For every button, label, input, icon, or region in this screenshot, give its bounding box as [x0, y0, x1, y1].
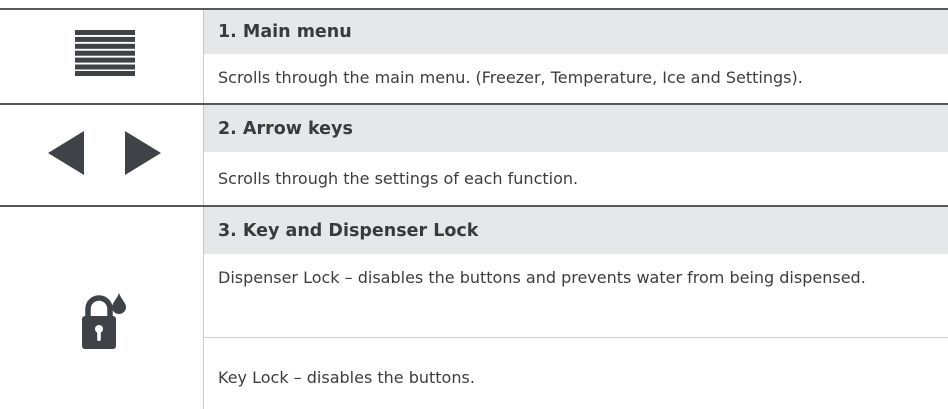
arrow-left-icon: [48, 131, 84, 175]
menu-lines-icon: [75, 30, 135, 76]
icon-cell: [0, 105, 204, 205]
row-key-dispenser-lock: 3. Key and Dispenser Lock Dispenser Lock…: [0, 207, 948, 409]
icon-cell: [0, 10, 204, 103]
arrow-right-icon: [125, 131, 161, 175]
row-description: Scrolls through the main menu. (Freezer,…: [218, 68, 803, 87]
row-content: 3. Key and Dispenser Lock Dispenser Lock…: [204, 207, 948, 409]
row-arrow-keys: 2. Arrow keys Scrolls through the settin…: [0, 105, 948, 205]
row-title: 1. Main menu: [204, 10, 948, 54]
row-title: 3. Key and Dispenser Lock: [204, 207, 948, 254]
row-content: 2. Arrow keys Scrolls through the settin…: [204, 105, 948, 205]
description-divider: [204, 337, 948, 338]
row-title: 2. Arrow keys: [204, 105, 948, 152]
lock-droplet-icon: [82, 293, 126, 349]
row-description: Scrolls through the settings of each fun…: [218, 169, 579, 188]
row-description: Dispenser Lock – disables the buttons an…: [218, 268, 866, 287]
row-content: 1. Main menu Scrolls through the main me…: [204, 10, 948, 103]
row-main-menu: 1. Main menu Scrolls through the main me…: [0, 10, 948, 103]
icon-cell: [0, 207, 204, 409]
row-description: Key Lock – disables the buttons.: [218, 368, 475, 387]
